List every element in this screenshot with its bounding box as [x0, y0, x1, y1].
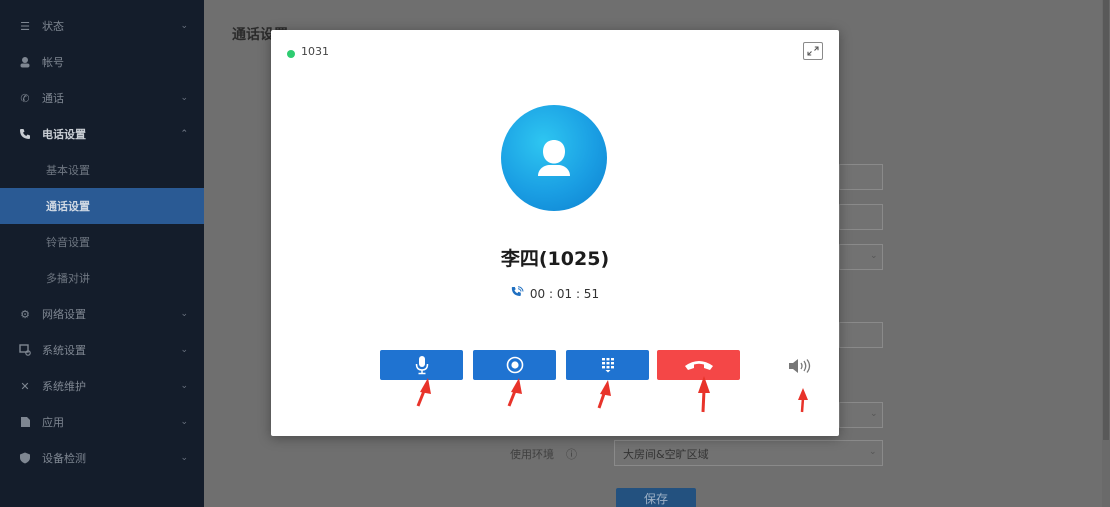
sidebar-item-diagnostics[interactable]: 设备检测 ⌄: [0, 440, 204, 476]
sidebar-subitem-call-settings[interactable]: 通话设置: [0, 188, 204, 224]
sidebar-subitem-label: 多播对讲: [46, 272, 90, 285]
user-icon: [18, 55, 32, 69]
phone-call-icon: [511, 286, 524, 301]
text-input[interactable]: [839, 164, 883, 190]
arrow-icon: [597, 380, 611, 409]
environment-value: 大房间&空旷区域: [623, 448, 709, 461]
sidebar-subitem-label: 铃音设置: [46, 236, 90, 249]
hangup-button[interactable]: [657, 350, 740, 380]
status-dot: [287, 50, 295, 58]
user-icon: [538, 140, 570, 176]
sidebar-item-system[interactable]: 系统设置 ⌄: [0, 332, 204, 368]
arrow-icon: [416, 378, 431, 407]
keypad-icon: [601, 358, 614, 373]
scrollbar-thumb[interactable]: [1103, 0, 1109, 440]
sidebar-item-account[interactable]: 帐号: [0, 44, 204, 80]
app-icon: [18, 415, 32, 429]
text-input[interactable]: [839, 322, 883, 348]
chevron-down-icon: ⌄: [180, 309, 188, 319]
shrink-icon: [807, 46, 819, 56]
sidebar-item-label: 设备检测: [42, 452, 86, 465]
phone-call-icon: ✆: [20, 91, 30, 105]
chevron-down-icon: ⌄: [180, 93, 188, 103]
speaker-icon: [789, 359, 811, 373]
chevron-down-icon: ⌄: [869, 447, 877, 457]
sidebar-item-label: 网络设置: [42, 308, 86, 321]
sidebar-item-phone-settings[interactable]: 电话设置 ⌃: [0, 116, 204, 152]
select-field[interactable]: ⌄: [839, 402, 883, 428]
chevron-down-icon: ⌄: [180, 453, 188, 463]
sidebar-item-label: 系统维护: [42, 380, 86, 393]
select-field[interactable]: ⌄: [839, 244, 883, 270]
sidebar-item-calls[interactable]: ✆ 通话 ⌄: [0, 80, 204, 116]
sidebar-item-status[interactable]: ☰ 状态 ⌄: [0, 8, 204, 44]
minimize-button[interactable]: [803, 42, 823, 60]
env-label: 使用环境: [510, 448, 554, 461]
system-icon: [18, 343, 32, 357]
record-button[interactable]: [473, 350, 556, 380]
sidebar-item-label: 通话: [42, 92, 64, 105]
record-icon: [506, 356, 523, 374]
chevron-up-icon: ⌃: [180, 129, 188, 139]
speaker-button[interactable]: [783, 352, 817, 380]
chevron-down-icon: ⌄: [180, 345, 188, 355]
call-dialog: 1031 李四(1025) 00 : 01 : 51: [271, 30, 839, 436]
list-icon: ☰: [20, 19, 30, 33]
duration-text: 00 : 01 : 51: [529, 286, 600, 301]
arrow-icon: [507, 378, 522, 407]
sidebar-subitem-ringtone[interactable]: 铃音设置: [0, 224, 204, 260]
chevron-down-icon: ⌄: [870, 251, 878, 261]
arrow-icon: [798, 388, 808, 413]
mute-button[interactable]: [380, 350, 463, 380]
account-number: 1031: [301, 45, 329, 58]
sidebar-subitem-label: 通话设置: [46, 200, 90, 213]
hangup-icon: [684, 361, 713, 370]
sidebar-subitem-basic[interactable]: 基本设置: [0, 152, 204, 188]
sidebar-subitem-label: 基本设置: [46, 164, 90, 177]
keypad-button[interactable]: [566, 350, 649, 380]
caller-name: 李四(1025): [500, 248, 610, 270]
sidebar-item-maintenance[interactable]: ✕ 系统维护 ⌄: [0, 368, 204, 404]
sidebar-item-label: 帐号: [42, 56, 64, 69]
chevron-down-icon: ⌄: [870, 409, 878, 419]
chevron-down-icon: ⌄: [180, 21, 188, 31]
mic-icon: [415, 356, 428, 375]
tools-icon: ✕: [20, 379, 30, 393]
chevron-down-icon: ⌄: [180, 381, 188, 391]
call-duration: 00 : 01 : 51: [271, 286, 839, 301]
network-icon: ⚙: [20, 307, 30, 321]
sidebar-item-label: 状态: [42, 20, 64, 33]
save-button[interactable]: 保存: [616, 488, 696, 507]
arrow-icon: [698, 376, 710, 413]
help-icon[interactable]: ⓘ: [566, 446, 577, 462]
sidebar-item-label: 系统设置: [42, 344, 86, 357]
sidebar-item-network[interactable]: ⚙ 网络设置 ⌄: [0, 296, 204, 332]
environment-select[interactable]: 大房间&空旷区域 ⌄: [614, 440, 883, 466]
phone-icon: [18, 127, 32, 141]
sidebar-item-apps[interactable]: 应用 ⌄: [0, 404, 204, 440]
sidebar-item-label: 电话设置: [42, 128, 86, 141]
text-input[interactable]: [839, 204, 883, 230]
sidebar: ☰ 状态 ⌄ 帐号 ✆ 通话 ⌄ 电话设置 ⌃ 基本设置 通话设置 铃音设置 多…: [0, 0, 204, 507]
chevron-down-icon: ⌄: [180, 417, 188, 427]
sidebar-item-label: 应用: [42, 416, 64, 429]
shield-icon: [18, 451, 32, 465]
avatar: [501, 105, 607, 211]
sidebar-subitem-multicast[interactable]: 多播对讲: [0, 260, 204, 296]
